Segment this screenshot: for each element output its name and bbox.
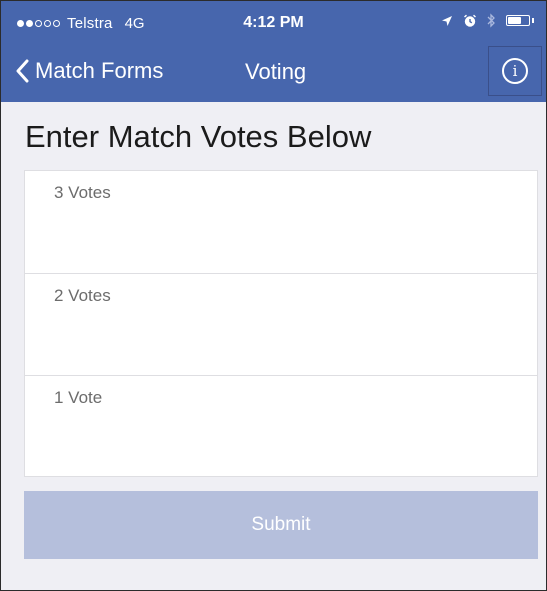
back-button[interactable]: Match Forms [15,53,163,89]
info-icon: i [502,58,528,84]
battery-icon [506,15,530,26]
one-vote-field-row [25,375,537,477]
bluetooth-icon [487,13,495,28]
info-button[interactable]: i [488,46,542,96]
three-votes-input[interactable] [25,171,537,273]
top-bar: Telstra 4G 4:12 PM Match Forms Voting i [1,1,546,102]
two-votes-field-row [25,273,537,375]
navigation-bar: Match Forms Voting i [1,43,546,99]
chevron-left-icon [16,59,29,83]
votes-form [24,170,538,477]
status-bar: Telstra 4G 4:12 PM [1,1,546,41]
page-heading: Enter Match Votes Below [25,119,372,154]
battery-tip [532,18,534,23]
location-arrow-icon [442,15,452,26]
alarm-clock-icon [464,14,476,27]
one-vote-input[interactable] [25,376,537,477]
two-votes-input[interactable] [25,274,537,375]
status-icons [441,13,534,28]
nav-title: Voting [245,59,307,84]
back-button-label: Match Forms [35,58,164,83]
phone-screen: Telstra 4G 4:12 PM Match Forms Voting i … [0,0,547,591]
three-votes-field-row [25,171,537,273]
submit-button[interactable]: Submit [24,491,538,559]
